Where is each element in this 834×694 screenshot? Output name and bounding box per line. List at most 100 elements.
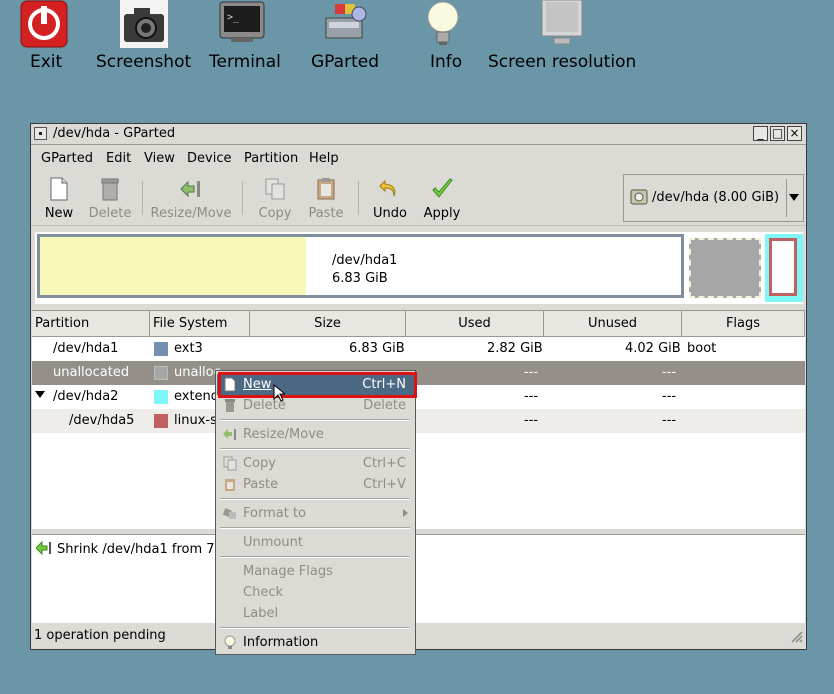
table-row[interactable]: /dev/hda1 ext3 6.83 GiB 2.82 GiB 4.02 Gi…: [32, 337, 805, 361]
toolbar-separator: [142, 181, 143, 215]
window-title: /dev/hda - GParted: [53, 126, 176, 141]
minimize-icon: _: [757, 126, 764, 140]
menu-view[interactable]: View: [144, 151, 175, 166]
resize-move-button[interactable]: Resize/Move: [149, 175, 233, 221]
chevron-down-icon: [789, 194, 799, 201]
terminal-icon: >_: [219, 1, 265, 42]
table-row-selected[interactable]: unallocated unalloc --- ---: [32, 361, 805, 385]
trash-icon: [225, 399, 235, 412]
disk-icon: [630, 189, 648, 205]
menu-item-unmount[interactable]: Unmount: [217, 532, 414, 553]
copy-button[interactable]: Copy: [250, 175, 300, 221]
menu-separator: [220, 556, 410, 558]
menu-help[interactable]: Help: [309, 151, 339, 166]
menu-gparted[interactable]: GParted: [41, 151, 93, 166]
partition-graphic-extended[interactable]: [765, 234, 803, 302]
menu-separator: [220, 498, 410, 500]
menu-item-format-to[interactable]: Format to: [217, 503, 414, 524]
graphic-partition-name: /dev/hda1: [332, 253, 398, 268]
menu-separator: [220, 419, 410, 421]
terminal-label: Terminal: [209, 52, 281, 72]
device-selector-divider: [786, 179, 787, 217]
submenu-arrow-icon: [403, 509, 408, 517]
menu-separator: [220, 627, 410, 629]
new-document-icon: [50, 177, 68, 201]
column-partition[interactable]: Partition: [32, 311, 150, 336]
expander-arrow-icon[interactable]: [35, 391, 45, 398]
lightbulb-icon: [427, 1, 459, 45]
menu-item-paste[interactable]: Paste Ctrl+V: [217, 474, 414, 495]
menu-edit[interactable]: Edit: [106, 151, 131, 166]
menu-separator: [220, 448, 410, 450]
resize-move-icon: [180, 180, 200, 198]
toolbar-separator: [242, 181, 243, 215]
partition-table: Partition File System Size Used Unused F…: [32, 310, 805, 530]
table-header: Partition File System Size Used Unused F…: [32, 311, 805, 337]
table-row[interactable]: /dev/hda2 extend --- ---: [32, 385, 805, 409]
resize-move-icon: [223, 429, 236, 440]
minimize-button[interactable]: _: [753, 126, 768, 141]
close-button[interactable]: ×: [787, 126, 802, 141]
gparted-window: /dev/hda - GParted _ □ × GParted Edit Vi…: [30, 123, 807, 650]
paste-button[interactable]: Paste: [301, 175, 351, 221]
maximize-button[interactable]: □: [770, 126, 785, 141]
resize-grip-icon[interactable]: [789, 629, 803, 643]
paste-icon: [225, 479, 235, 491]
new-button[interactable]: New: [34, 175, 84, 221]
operations-list: Shrink /dev/hda1 from 7.: [32, 534, 805, 623]
partition-graphic-hda1[interactable]: /dev/hda1 6.83 GiB: [37, 234, 684, 298]
fs-color-swatch: [154, 366, 168, 380]
partition-graphic-hda5[interactable]: [769, 238, 797, 296]
menu-item-copy[interactable]: Copy Ctrl+C: [217, 453, 414, 474]
paste-icon: [317, 178, 335, 200]
info-label: Info: [430, 52, 463, 72]
menu-item-label[interactable]: Label: [217, 603, 414, 624]
copy-icon: [265, 178, 285, 200]
apply-button[interactable]: Apply: [417, 175, 467, 221]
column-file-system[interactable]: File System: [150, 311, 250, 336]
menu-partition[interactable]: Partition: [244, 151, 298, 166]
table-row[interactable]: /dev/hda5 linux-s --- ---: [32, 409, 805, 433]
camera-icon: [120, 0, 168, 48]
toolbar-separator: [358, 181, 359, 215]
maximize-icon: □: [771, 126, 784, 140]
gparted-icon: [325, 4, 367, 39]
partition-graphic-unallocated[interactable]: [689, 238, 761, 298]
menu-bar: GParted Edit View Device Partition Help: [31, 145, 806, 171]
column-size[interactable]: Size: [250, 311, 406, 336]
exit-label: Exit: [30, 52, 63, 72]
fs-color-swatch: [154, 414, 168, 428]
fs-color-swatch: [154, 342, 168, 356]
annotation-highlight-box: [218, 372, 417, 398]
menu-item-manage-flags[interactable]: Manage Flags: [217, 561, 414, 582]
gparted-label: GParted: [311, 52, 379, 72]
power-icon: [20, 0, 68, 48]
column-flags[interactable]: Flags: [682, 311, 805, 336]
status-text: 1 operation pending: [34, 628, 166, 643]
lightbulb-icon: [224, 635, 236, 649]
graphic-partition-size: 6.83 GiB: [332, 271, 388, 286]
copy-icon: [223, 456, 237, 471]
screenshot-label: Screenshot: [96, 52, 192, 72]
window-menu-button[interactable]: [34, 127, 47, 140]
device-selector[interactable]: /dev/hda (8.00 GiB): [623, 174, 804, 222]
monitor-icon: [541, 0, 583, 45]
menu-item-resize-move[interactable]: Resize/Move: [217, 424, 414, 445]
column-used[interactable]: Used: [406, 311, 544, 336]
column-unused[interactable]: Unused: [544, 311, 682, 336]
undo-button[interactable]: Undo: [365, 175, 415, 221]
operation-item[interactable]: Shrink /dev/hda1 from 7.: [57, 542, 219, 557]
menu-item-check[interactable]: Check: [217, 582, 414, 603]
resize-arrow-icon: [36, 541, 51, 555]
title-bar[interactable]: /dev/hda - GParted _ □ ×: [31, 124, 806, 145]
menu-item-delete[interactable]: Delete Delete: [217, 395, 414, 416]
delete-button[interactable]: Delete: [85, 175, 135, 221]
format-icon: [223, 508, 236, 519]
partition-context-menu: New Ctrl+N Delete Delete Resize/Move Cop…: [215, 370, 416, 655]
mouse-cursor-icon: [273, 384, 285, 402]
fs-color-swatch: [154, 390, 168, 404]
menu-device[interactable]: Device: [187, 151, 231, 166]
used-space-bar: [40, 237, 306, 295]
status-bar: 1 operation pending: [32, 625, 805, 647]
menu-item-information[interactable]: Information: [217, 632, 414, 653]
